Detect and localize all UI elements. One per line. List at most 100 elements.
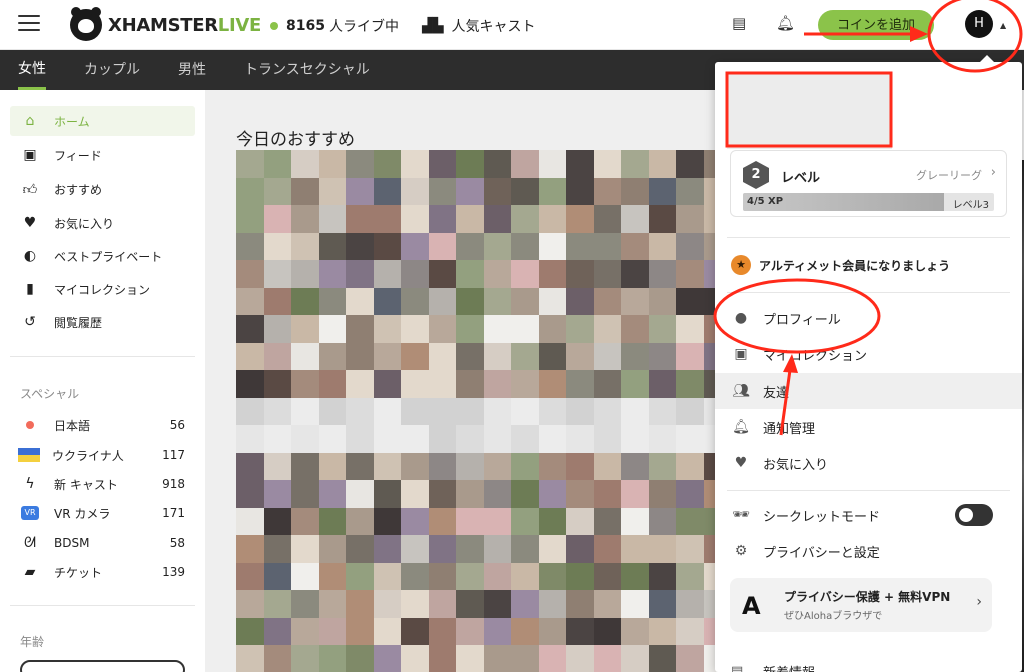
mosaic-pixel: [456, 617, 484, 645]
mosaic-pixel: [291, 452, 319, 480]
menu-item-privacy-settings[interactable]: ⚙ プライバシーと設定: [715, 533, 1022, 569]
mosaic-pixel: [236, 370, 264, 398]
mosaic-pixel: [401, 315, 429, 343]
vr-icon: VR: [21, 506, 39, 520]
sidebar-item-recommended[interactable]: 👍︎ おすすめ: [10, 174, 195, 204]
mosaic-pixel: [263, 150, 291, 178]
tab-couples[interactable]: カップル: [84, 50, 140, 90]
age-filter-pill[interactable]: [20, 660, 185, 672]
mosaic-pixel: [236, 150, 264, 178]
mosaic-pixel: [511, 315, 539, 343]
notifications-bell-icon[interactable]: 🔔︎: [776, 14, 795, 32]
sidebar-item-favorites[interactable]: ♥ お気に入り: [10, 208, 195, 238]
sidebar-item-new-casts[interactable]: ϟ 新 キャスト 918: [10, 469, 195, 499]
menu-item-friends[interactable]: 👥︎ 友達: [715, 373, 1022, 409]
tab-men[interactable]: 男性: [178, 50, 206, 90]
menu-item-my-collection[interactable]: ▣ マイコレクション: [715, 336, 1022, 372]
mosaic-pixel: [538, 287, 566, 315]
sidebar-item-label: お気に入り: [54, 216, 115, 231]
popular-casts-link[interactable]: ▟▙ 人気キャスト: [422, 16, 536, 36]
sidebar-item-tickets[interactable]: ▰ チケット 139: [10, 557, 195, 587]
mosaic-pixel: [373, 232, 401, 260]
mosaic-pixel: [263, 507, 291, 535]
tab-women[interactable]: 女性: [18, 50, 46, 90]
mosaic-pixel: [346, 617, 374, 645]
japan-flag-icon: [26, 421, 34, 429]
mosaic-pixel: [318, 150, 346, 178]
mosaic-pixel: [483, 232, 511, 260]
chevron-right-icon: ›: [990, 165, 996, 180]
mosaic-pixel: [428, 617, 456, 645]
mosaic-pixel: [373, 287, 401, 315]
mosaic-pixel: [318, 370, 346, 398]
menu-item-notifications[interactable]: 🔔︎ 通知管理: [715, 409, 1022, 445]
site-logo[interactable]: XHAMSTERLIVE: [70, 7, 261, 41]
mosaic-pixel: [483, 370, 511, 398]
messages-icon[interactable]: ▤: [732, 14, 746, 32]
mosaic-pixel: [401, 452, 429, 480]
ultimate-membership-link[interactable]: ★ アルティメット会員になりましょう: [731, 255, 950, 275]
avatar[interactable]: H: [965, 10, 993, 38]
mosaic-pixel: [263, 397, 291, 425]
live-count[interactable]: 8165 人ライブ中: [270, 16, 399, 36]
mosaic-pixel: [566, 562, 594, 590]
sidebar-item-label: フィード: [54, 148, 102, 163]
friends-icon: 👥︎: [732, 383, 750, 399]
sidebar-item-vr-cams[interactable]: VR VR カメラ 171: [10, 498, 195, 528]
mosaic-pixel: [236, 590, 264, 618]
vpn-promo-card[interactable]: A プライバシー保護 + 無料VPN ぜひAlohaブラウザで ›: [730, 578, 992, 632]
xp-progress-bar: 4/5 XP レベル3: [743, 193, 994, 211]
level-badge-icon: 2: [743, 161, 769, 189]
sidebar-item-home[interactable]: ⌂ ホーム: [10, 106, 195, 136]
hamburger-menu-icon[interactable]: [18, 15, 40, 33]
add-coins-button[interactable]: コインを追加: [818, 10, 934, 40]
menu-item-label: 友達: [763, 385, 790, 401]
mosaic-pixel: [566, 590, 594, 618]
mosaic-pixel: [538, 397, 566, 425]
mosaic-pixel: [648, 315, 676, 343]
mosaic-pixel: [621, 645, 649, 672]
censored-thumbnail-grid[interactable]: [236, 150, 731, 672]
mosaic-pixel: [401, 507, 429, 535]
mosaic-pixel: [346, 397, 374, 425]
sidebar-item-my-collection[interactable]: ▮ マイコレクション: [10, 274, 195, 304]
mosaic-pixel: [676, 287, 704, 315]
mosaic-pixel: [676, 507, 704, 535]
sidebar-item-best-private[interactable]: ◐ ベストプライベート: [10, 241, 195, 271]
mosaic-pixel: [621, 260, 649, 288]
sidebar-item-feed[interactable]: ▣ フィード: [10, 140, 195, 170]
sidebar-item-history[interactable]: ↺ 閲覧履歴: [10, 307, 195, 337]
sidebar-item-ukrainian[interactable]: ウクライナ人 117: [10, 440, 195, 470]
mosaic-pixel: [428, 480, 456, 508]
sidebar-item-bdsm[interactable]: ᘛ BDSM 58: [10, 528, 195, 558]
sidebar: ⌂ ホーム ▣ フィード 👍︎ おすすめ ♥ お気に入り ◐ ベストプライベート…: [0, 90, 205, 672]
mosaic-pixel: [566, 177, 594, 205]
mosaic-pixel: [456, 397, 484, 425]
mosaic-pixel: [236, 205, 264, 233]
level-card[interactable]: 2 レベル グレーリーグ › 4/5 XP レベル3: [730, 150, 1007, 217]
sidebar-item-label: ウクライナ人: [52, 448, 124, 463]
mosaic-pixel: [428, 315, 456, 343]
mosaic-pixel: [648, 480, 676, 508]
mosaic-pixel: [566, 425, 594, 453]
mosaic-pixel: [648, 590, 676, 618]
sidebar-item-japanese[interactable]: 日本語 56: [10, 410, 195, 440]
mosaic-pixel: [593, 590, 621, 618]
mosaic-pixel: [263, 177, 291, 205]
tab-trans[interactable]: トランスセクシャル: [244, 50, 370, 90]
menu-item-label: 新着情報: [763, 662, 815, 672]
menu-divider: [727, 490, 1010, 491]
caret-up-icon[interactable]: ▲: [1000, 21, 1006, 30]
incognito-toggle[interactable]: [955, 504, 993, 526]
menu-item-favorites[interactable]: ♥ お気に入り: [715, 445, 1022, 481]
mosaic-pixel: [236, 287, 264, 315]
mosaic-pixel: [538, 260, 566, 288]
age-heading: 年齢: [20, 635, 45, 649]
mosaic-pixel: [456, 287, 484, 315]
menu-item-profile[interactable]: ● プロフィール: [715, 300, 1022, 336]
mosaic-pixel: [263, 617, 291, 645]
mosaic-pixel: [236, 425, 264, 453]
mosaic-pixel: [428, 150, 456, 178]
mosaic-pixel: [483, 315, 511, 343]
menu-item-news[interactable]: ▤ 新着情報: [731, 662, 815, 672]
